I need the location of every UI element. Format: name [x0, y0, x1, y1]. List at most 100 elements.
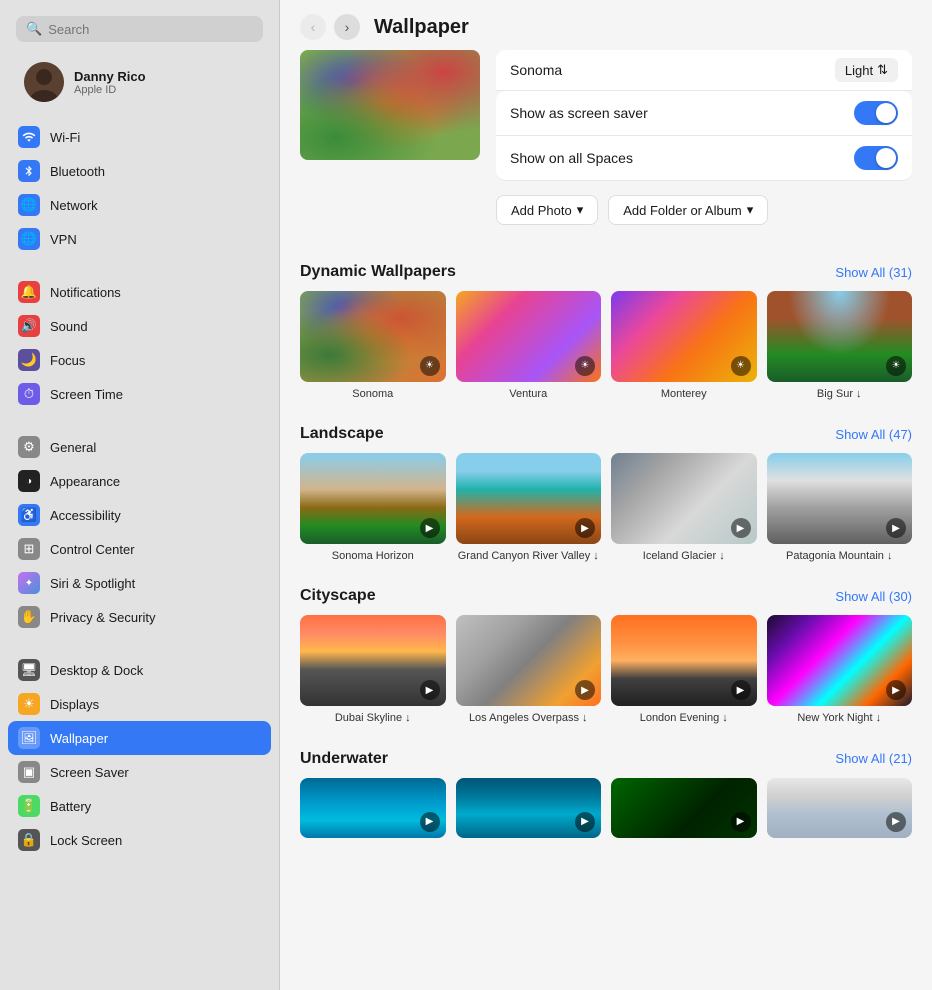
- user-profile-row[interactable]: Danny Rico Apple ID: [16, 56, 263, 108]
- sidebar-label-wallpaper: Wallpaper: [50, 731, 108, 746]
- sound-icon: 🔊: [18, 315, 40, 337]
- page-title: Wallpaper: [374, 16, 469, 39]
- screensaver-icon: ▣: [18, 761, 40, 783]
- sidebar-item-desktop[interactable]: 🖥 Desktop & Dock: [8, 653, 271, 687]
- landscape-show-all[interactable]: Show All (47): [835, 427, 912, 442]
- london-name: London Evening ↓: [611, 711, 757, 725]
- sonoma-horizon-name: Sonoma Horizon: [300, 549, 446, 563]
- user-name: Danny Rico: [74, 69, 146, 84]
- dubai-thumb: ▶: [300, 615, 446, 706]
- avatar: [24, 62, 64, 102]
- add-buttons-row: Add Photo ▾ Add Folder or Album ▾: [496, 195, 912, 225]
- sidebar-label-desktop: Desktop & Dock: [50, 663, 143, 678]
- wallpaper-item-patagonia[interactable]: ▶ Patagonia Mountain ↓: [767, 453, 913, 563]
- sidebar-item-accessibility[interactable]: ♿ Accessibility: [8, 498, 271, 532]
- cityscape-show-all[interactable]: Show All (30): [835, 589, 912, 604]
- current-wallpaper-name-row: Sonoma Light ⇅: [496, 50, 912, 91]
- section-dynamic: Dynamic Wallpapers Show All (31) ☀ Sonom…: [300, 263, 912, 401]
- sidebar-scroll: Wi-Fi Bluetooth 🌐 Network 🌐 VPN 🔔: [0, 116, 279, 990]
- add-photo-chevron: ▾: [577, 202, 584, 218]
- wallpaper-item-london[interactable]: ▶ London Evening ↓: [611, 615, 757, 725]
- monterey-indicator: ☀: [731, 356, 751, 376]
- wallpaper-item-bigsur[interactable]: ☀ Big Sur ↓: [767, 291, 913, 401]
- current-wallpaper-thumb[interactable]: [300, 50, 480, 160]
- newyork-thumb: ▶: [767, 615, 913, 706]
- sidebar-label-lockscreen: Lock Screen: [50, 833, 122, 848]
- section-underwater: Underwater Show All (21) ▶ ▶ ▶: [300, 750, 912, 848]
- sidebar-label-accessibility: Accessibility: [50, 508, 121, 523]
- sidebar-item-wallpaper[interactable]: 🖼 Wallpaper: [8, 721, 271, 755]
- wallpaper-item-uw2[interactable]: ▶: [456, 778, 602, 848]
- sidebar-item-network[interactable]: 🌐 Network: [8, 188, 271, 222]
- sidebar-item-sound[interactable]: 🔊 Sound: [8, 309, 271, 343]
- wallpaper-item-newyork[interactable]: ▶ New York Night ↓: [767, 615, 913, 725]
- sidebar-item-screensaver[interactable]: ▣ Screen Saver: [8, 755, 271, 789]
- siri-icon: ✦: [18, 572, 40, 594]
- underwater-show-all[interactable]: Show All (21): [835, 751, 912, 766]
- wallpaper-item-la[interactable]: ▶ Los Angeles Overpass ↓: [456, 615, 602, 725]
- sidebar-item-siri[interactable]: ✦ Siri & Spotlight: [8, 566, 271, 600]
- cityscape-grid: ▶ Dubai Skyline ↓ ▶ Los Angeles Overpass…: [300, 615, 912, 725]
- all-spaces-row: Show on all Spaces: [496, 136, 912, 181]
- sidebar-item-privacy[interactable]: ✋ Privacy & Security: [8, 600, 271, 634]
- vpn-icon: 🌐: [18, 228, 40, 250]
- sidebar-label-privacy: Privacy & Security: [50, 610, 155, 625]
- uw4-thumb: ▶: [767, 778, 913, 838]
- dubai-name: Dubai Skyline ↓: [300, 711, 446, 725]
- wallpaper-item-iceland[interactable]: ▶ Iceland Glacier ↓: [611, 453, 757, 563]
- wallpaper-item-sonoma[interactable]: ☀ Sonoma: [300, 291, 446, 401]
- back-button[interactable]: ‹: [300, 14, 326, 40]
- screen-saver-toggle[interactable]: [854, 101, 898, 125]
- sidebar-label-wifi: Wi-Fi: [50, 130, 80, 145]
- sidebar-item-wifi[interactable]: Wi-Fi: [8, 120, 271, 154]
- sidebar-label-vpn: VPN: [50, 232, 77, 247]
- sidebar-label-controlcenter: Control Center: [50, 542, 135, 557]
- appearance-icon: ◑: [18, 470, 40, 492]
- sidebar-item-battery[interactable]: 🔋 Battery: [8, 789, 271, 823]
- accessibility-icon: ♿: [18, 504, 40, 526]
- sidebar-item-general[interactable]: ⚙ General: [8, 430, 271, 464]
- toolbar: ‹ › Wallpaper: [280, 0, 932, 50]
- sidebar-label-sound: Sound: [50, 319, 88, 334]
- sidebar-item-notifications[interactable]: 🔔 Notifications: [8, 275, 271, 309]
- london-thumb: ▶: [611, 615, 757, 706]
- sidebar-item-lockscreen[interactable]: 🔒 Lock Screen: [8, 823, 271, 857]
- sidebar-item-focus[interactable]: 🌙 Focus: [8, 343, 271, 377]
- la-indicator: ▶: [575, 680, 595, 700]
- appearance-selector[interactable]: Light ⇅: [835, 58, 898, 82]
- dynamic-grid: ☀ Sonoma ☀ Ventura ☀ Monterey: [300, 291, 912, 401]
- wallpaper-item-dubai[interactable]: ▶ Dubai Skyline ↓: [300, 615, 446, 725]
- sidebar-item-vpn[interactable]: 🌐 VPN: [8, 222, 271, 256]
- add-folder-button[interactable]: Add Folder or Album ▾: [608, 195, 768, 225]
- uw1-indicator: ▶: [420, 812, 440, 832]
- newyork-name: New York Night ↓: [767, 711, 913, 725]
- search-input[interactable]: [48, 22, 253, 37]
- wallpaper-item-uw4[interactable]: ▶: [767, 778, 913, 848]
- sidebar-item-screentime[interactable]: ⏱ Screen Time: [8, 377, 271, 411]
- section-cityscape: Cityscape Show All (30) ▶ Dubai Skyline …: [300, 587, 912, 725]
- sidebar-item-displays[interactable]: ☀ Displays: [8, 687, 271, 721]
- underwater-grid: ▶ ▶ ▶ ▶: [300, 778, 912, 848]
- sidebar-item-appearance[interactable]: ◑ Appearance: [8, 464, 271, 498]
- wallpaper-item-canyon[interactable]: ▶ Grand Canyon River Valley ↓: [456, 453, 602, 563]
- la-thumb: ▶: [456, 615, 602, 706]
- all-spaces-toggle[interactable]: [854, 146, 898, 170]
- wallpaper-item-uw1[interactable]: ▶: [300, 778, 446, 848]
- wallpaper-item-uw3[interactable]: ▶: [611, 778, 757, 848]
- bigsur-thumb: ☀: [767, 291, 913, 382]
- sidebar-label-network: Network: [50, 198, 98, 213]
- sidebar-label-screentime: Screen Time: [50, 387, 123, 402]
- wallpaper-item-monterey[interactable]: ☀ Monterey: [611, 291, 757, 401]
- sidebar-section-notifications: 🔔 Notifications 🔊 Sound 🌙 Focus ⏱ Screen…: [8, 275, 271, 411]
- add-photo-button[interactable]: Add Photo ▾: [496, 195, 598, 225]
- screen-saver-row: Show as screen saver: [496, 91, 912, 136]
- dynamic-show-all[interactable]: Show All (31): [835, 265, 912, 280]
- canyon-name: Grand Canyon River Valley ↓: [456, 549, 602, 563]
- wallpaper-item-sonoma-horizon[interactable]: ▶ Sonoma Horizon: [300, 453, 446, 563]
- wallpaper-item-ventura[interactable]: ☀ Ventura: [456, 291, 602, 401]
- forward-button[interactable]: ›: [334, 14, 360, 40]
- patagonia-name: Patagonia Mountain ↓: [767, 549, 913, 563]
- sidebar-item-bluetooth[interactable]: Bluetooth: [8, 154, 271, 188]
- search-bar[interactable]: 🔍: [16, 16, 263, 42]
- sidebar-item-controlcenter[interactable]: ⊞ Control Center: [8, 532, 271, 566]
